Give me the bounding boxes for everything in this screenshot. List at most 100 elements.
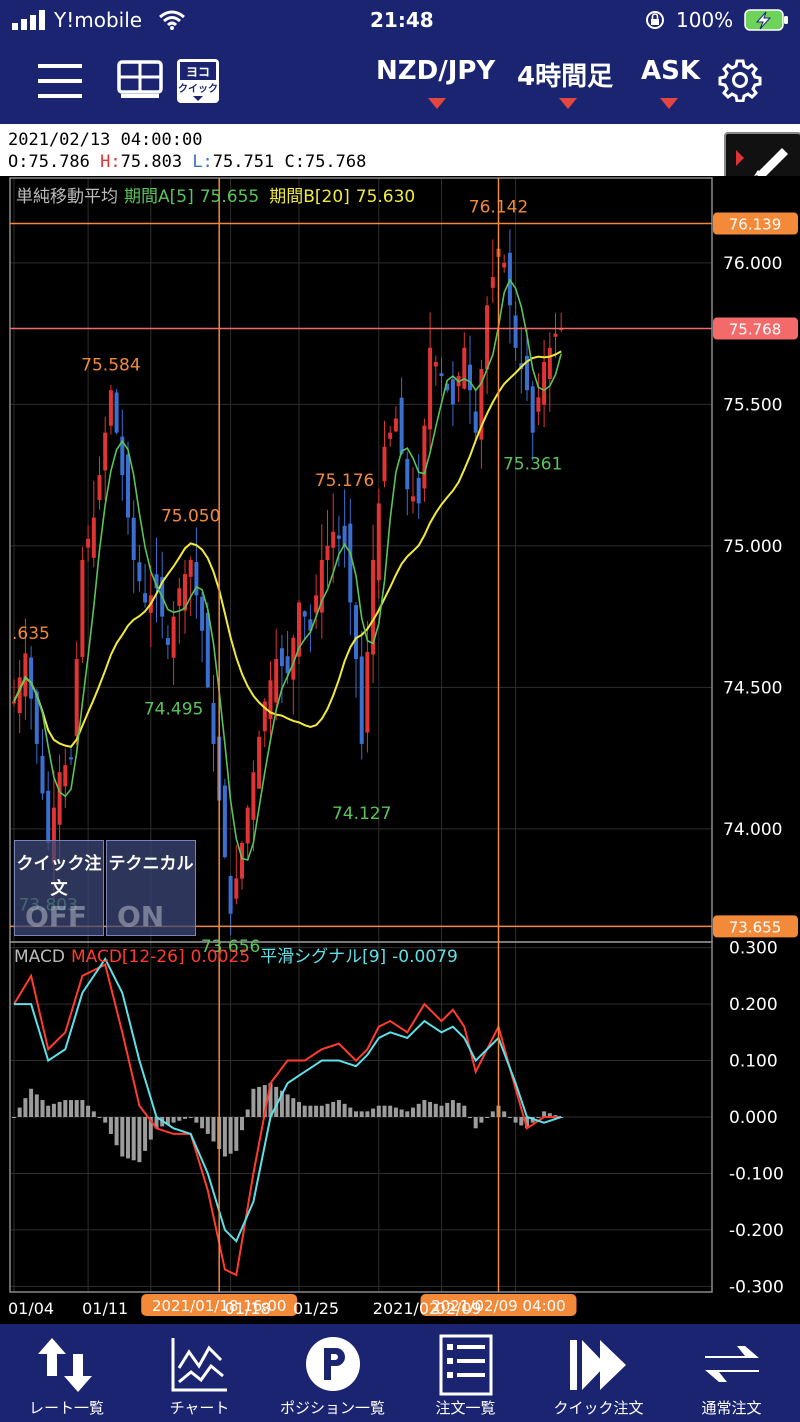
p-circle-icon: [306, 1337, 360, 1391]
macd-histogram-bar: [200, 1117, 205, 1129]
tab-position-list-label: ポジション一覧: [279, 1399, 385, 1417]
macd-tick-label: -0.300: [729, 1277, 784, 1297]
candle-body: [536, 397, 541, 412]
extreme-price-label: 76.142: [469, 198, 528, 218]
macd-histogram-bar: [468, 1117, 472, 1118]
sma-b-value: 75.630: [356, 187, 415, 207]
sma-b-label: 期間B[20]: [269, 187, 350, 207]
pen-icon: [736, 148, 788, 180]
candle-body: [91, 517, 96, 558]
candle-body: [331, 531, 336, 548]
macd-legend-name: MACD: [14, 947, 65, 967]
hamburger-menu-icon[interactable]: [38, 62, 82, 100]
candle-body: [405, 458, 410, 490]
macd-tick-label: 0.100: [729, 1052, 778, 1072]
macd-tick-label: 0.300: [729, 939, 778, 959]
macd-histogram-bar: [222, 1117, 227, 1157]
price-line-badge-label: 76.139: [729, 216, 782, 234]
grid-layout-icon[interactable]: [117, 60, 163, 100]
candle-body: [40, 755, 45, 794]
yoko-quick-icon[interactable]: ヨコ クイック: [176, 58, 220, 104]
low-value: 75.751: [212, 152, 275, 172]
macd-histogram-bar: [348, 1107, 353, 1117]
macd-histogram-bar: [183, 1117, 187, 1119]
candle-body: [468, 364, 472, 391]
macd-histogram-bar: [91, 1111, 96, 1117]
settings-gear-icon[interactable]: [718, 58, 762, 102]
bottom-tab-bar: レート一覧 チャート ポジション一覧 注文一覧 クイック注文 通常注文: [0, 1324, 800, 1422]
signal-value: -0.0079: [392, 947, 458, 967]
extreme-price-label: 74.127: [332, 804, 391, 824]
candle-body: [74, 659, 79, 737]
line-chart-icon: [171, 1338, 227, 1392]
macd-histogram-bar: [126, 1117, 130, 1159]
candle-body: [285, 656, 290, 674]
macd-histogram-bar: [319, 1105, 324, 1117]
candle-body: [393, 418, 398, 432]
bar-datetime: 2021/02/13 04:00:00: [8, 130, 203, 150]
tab-quick-order[interactable]: クイック注文: [532, 1324, 665, 1422]
side-dropdown-caret-icon[interactable]: [660, 98, 678, 109]
macd-tick-label: -0.100: [729, 1164, 784, 1184]
price-line-badge-label: 75.768: [729, 321, 782, 339]
price-side-selector[interactable]: ASK: [641, 56, 700, 86]
candle-body: [137, 562, 142, 582]
candle-body: [63, 765, 68, 787]
candle-body: [342, 525, 347, 546]
macd-histogram-bar: [450, 1100, 455, 1117]
macd-histogram-bar: [359, 1111, 364, 1117]
candle-body: [416, 477, 421, 504]
signal-strength-icon: [12, 10, 45, 30]
candle-body: [553, 333, 558, 337]
up-down-arrows-icon: [38, 1338, 92, 1392]
candle-body: [29, 657, 34, 699]
ohlc-values: O:75.786 H:75.803 L:75.751 C:75.768: [8, 152, 366, 172]
price-tick-label: 74.500: [723, 678, 782, 698]
candle-body: [103, 432, 108, 471]
macd-histogram-bar: [240, 1117, 244, 1131]
signal-label: 平滑シグナル[9]: [260, 947, 386, 967]
open-value: 75.786: [28, 152, 90, 172]
candle-body: [228, 876, 233, 914]
sma-a-label: 期間A[5]: [124, 187, 194, 207]
macd-histogram-bar: [143, 1117, 148, 1151]
pair-dropdown-caret-icon[interactable]: [428, 98, 446, 109]
timeframe-selector[interactable]: 4時間足: [517, 56, 613, 93]
candle-body: [143, 593, 148, 603]
quick-order-toggle[interactable]: クイック注文 OFF: [14, 840, 104, 936]
extreme-price-label: .635: [12, 624, 50, 644]
tab-position-list[interactable]: ポジション一覧: [266, 1324, 399, 1422]
tab-chart[interactable]: チャート: [133, 1324, 266, 1422]
tab-normal-order[interactable]: 通常注文: [665, 1324, 798, 1422]
candle-body: [97, 475, 102, 501]
currency-pair-selector[interactable]: NZD/JPY: [376, 56, 495, 86]
candle-body: [382, 446, 387, 482]
price-chart[interactable]: 76.13975.76873.655 2021/01/18 16:00 2021/…: [0, 176, 800, 1324]
tab-order-list[interactable]: 注文一覧: [399, 1324, 532, 1422]
candle-body: [365, 651, 370, 733]
tab-normal-order-label: 通常注文: [701, 1399, 762, 1417]
candle-body: [547, 347, 552, 379]
battery-charging-icon: [744, 9, 788, 31]
timeframe-dropdown-caret-icon[interactable]: [559, 98, 577, 109]
macd-histogram-bar: [103, 1117, 108, 1123]
macd-histogram-bar: [57, 1101, 62, 1117]
macd-histogram-bar: [513, 1117, 518, 1123]
extreme-price-label: 74.495: [144, 700, 203, 720]
tab-chart-label: チャート: [169, 1399, 230, 1417]
candle-body: [86, 538, 91, 548]
candle-body: [336, 535, 341, 539]
candle-body: [399, 397, 404, 454]
macd-histogram-bar: [405, 1111, 410, 1117]
macd-histogram-bar: [228, 1117, 233, 1154]
chart-toolbar: ヨコ クイック NZD/JPY 4時間足 ASK: [0, 40, 800, 124]
tab-rate-list[interactable]: レート一覧: [0, 1324, 133, 1422]
candle-body: [205, 612, 210, 688]
tab-order-list-label: 注文一覧: [435, 1399, 496, 1417]
macd-tick-label: 0.200: [729, 995, 778, 1015]
candle-body: [46, 790, 51, 843]
technical-toggle[interactable]: テクニカル ON: [106, 840, 196, 936]
extreme-price-label: 75.361: [503, 455, 562, 475]
transfer-arrows-icon: [705, 1346, 759, 1382]
technical-toggle-title: テクニカル: [108, 854, 194, 874]
